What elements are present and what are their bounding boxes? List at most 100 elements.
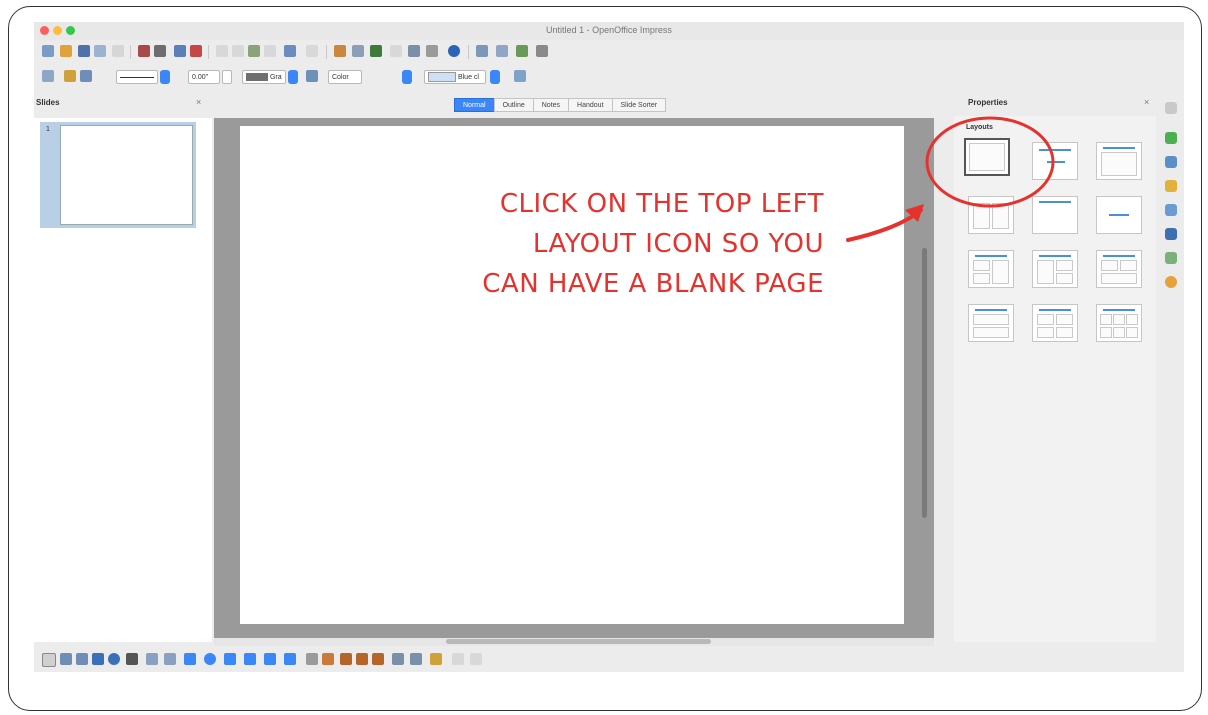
- tab-normal[interactable]: Normal: [454, 98, 495, 112]
- rotate-icon[interactable]: [392, 653, 404, 665]
- symbol-shapes-icon[interactable]: [204, 653, 216, 665]
- arrow-style-icon[interactable]: [80, 70, 92, 82]
- line-style-spinner[interactable]: [160, 70, 170, 84]
- zoom-icon[interactable]: [426, 45, 438, 57]
- curve-tool-icon[interactable]: [146, 653, 158, 665]
- layout-title-2-content-over-content[interactable]: [1096, 250, 1142, 288]
- tab-handout[interactable]: Handout: [568, 98, 613, 112]
- select-icon[interactable]: [42, 653, 56, 667]
- line-style-dropdown[interactable]: [116, 70, 158, 84]
- edit-file-icon[interactable]: [112, 45, 124, 57]
- chart-icon[interactable]: [334, 45, 346, 57]
- line-icon[interactable]: [64, 70, 76, 82]
- sidebar-settings-icon[interactable]: [1165, 102, 1177, 114]
- custom-animation-icon[interactable]: [1165, 180, 1177, 192]
- arrange-icon[interactable]: [430, 653, 442, 665]
- layout-title-two-content[interactable]: [968, 196, 1014, 234]
- show-draw-functions-icon[interactable]: [390, 45, 402, 57]
- layout-title-content-and-2-content[interactable]: [1032, 250, 1078, 288]
- align-icon[interactable]: [410, 653, 422, 665]
- properties-deck-icon[interactable]: [1165, 132, 1177, 144]
- arrow-tool-icon[interactable]: [76, 653, 88, 665]
- print-icon[interactable]: [154, 45, 166, 57]
- line-width-stepper[interactable]: [222, 70, 232, 84]
- line-color-spinner[interactable]: [288, 70, 298, 84]
- toolbar-separator: [326, 45, 327, 59]
- layout-title-content-over-content[interactable]: [968, 304, 1014, 342]
- export-pdf-icon[interactable]: [138, 45, 150, 57]
- display-views-icon[interactable]: [476, 45, 488, 57]
- slide-thumbnail-selected[interactable]: 1: [40, 122, 196, 228]
- fontwork-icon[interactable]: [322, 653, 334, 665]
- redo-icon[interactable]: [306, 45, 318, 57]
- fill-color-label: Blue cl: [457, 74, 479, 81]
- layout-title-4-content[interactable]: [1032, 304, 1078, 342]
- insert-object-icon[interactable]: [370, 45, 382, 57]
- help-icon[interactable]: [448, 45, 460, 57]
- copy-icon[interactable]: [232, 45, 244, 57]
- layout-blank-slide[interactable]: [964, 138, 1010, 176]
- tab-notes[interactable]: Notes: [532, 98, 570, 112]
- layout-title-content[interactable]: [1096, 142, 1142, 180]
- stars-icon[interactable]: [284, 653, 296, 665]
- area-icon[interactable]: [306, 70, 318, 82]
- master-slide-icon[interactable]: [496, 45, 508, 57]
- styles-icon[interactable]: [42, 70, 54, 82]
- navigator-icon[interactable]: [408, 45, 420, 57]
- layout-title-6-content[interactable]: [1096, 304, 1142, 342]
- horizontal-scrollbar[interactable]: [446, 639, 711, 644]
- line-tool-icon[interactable]: [60, 653, 72, 665]
- clone-formatting-icon[interactable]: [264, 45, 276, 57]
- paste-icon[interactable]: [248, 45, 260, 57]
- ellipse-tool-icon[interactable]: [108, 653, 120, 665]
- table-icon[interactable]: [352, 45, 364, 57]
- text-tool-icon[interactable]: [126, 653, 138, 665]
- extrusion-icon[interactable]: [372, 653, 384, 665]
- block-arrows-icon[interactable]: [224, 653, 236, 665]
- layout-title-slide[interactable]: [1032, 142, 1078, 180]
- fill-type-spinner[interactable]: [402, 70, 412, 84]
- fill-color-dropdown[interactable]: Blue cl: [424, 70, 486, 84]
- tab-slide-sorter[interactable]: Slide Sorter: [611, 98, 667, 112]
- close-slides-panel-icon[interactable]: ×: [196, 97, 201, 107]
- tab-outline[interactable]: Outline: [493, 98, 534, 112]
- fill-color-spinner[interactable]: [490, 70, 500, 84]
- navigator-deck-icon[interactable]: [1165, 276, 1177, 288]
- fill-type-dropdown[interactable]: Color: [328, 70, 362, 84]
- layout-content-box: [1100, 327, 1112, 338]
- autospellcheck-icon[interactable]: [190, 45, 202, 57]
- layout-content-box: [1037, 327, 1054, 338]
- undo-icon[interactable]: [284, 45, 296, 57]
- spellcheck-icon[interactable]: [174, 45, 186, 57]
- close-properties-panel-icon[interactable]: ×: [1144, 97, 1149, 107]
- gallery-tool-icon[interactable]: [356, 653, 368, 665]
- slide-transition-icon[interactable]: [1165, 204, 1177, 216]
- email-icon[interactable]: [94, 45, 106, 57]
- open-templates-icon[interactable]: [60, 45, 72, 57]
- line-width-field[interactable]: 0.00": [188, 70, 220, 84]
- callouts-icon[interactable]: [264, 653, 276, 665]
- styles-deck-icon[interactable]: [1165, 228, 1177, 240]
- layout-title-2-content-and-content[interactable]: [968, 250, 1014, 288]
- new-document-icon[interactable]: [42, 45, 54, 57]
- master-pages-icon[interactable]: [1165, 156, 1177, 168]
- layout-text-bar: [1109, 214, 1129, 216]
- flowchart-icon[interactable]: [244, 653, 256, 665]
- connector-tool-icon[interactable]: [164, 653, 176, 665]
- layout-title-only[interactable]: [1032, 196, 1078, 234]
- rectangle-tool-icon[interactable]: [92, 653, 104, 665]
- shadow-tool-icon[interactable]: [452, 653, 464, 665]
- cut-icon[interactable]: [216, 45, 228, 57]
- gallery-icon[interactable]: [1165, 252, 1177, 264]
- vertical-scrollbar[interactable]: [922, 248, 927, 518]
- line-color-dropdown[interactable]: Gra: [242, 70, 286, 84]
- save-icon[interactable]: [78, 45, 90, 57]
- layout-centered-text[interactable]: [1096, 196, 1142, 234]
- points-icon[interactable]: [306, 653, 318, 665]
- crop-tool-icon[interactable]: [470, 653, 482, 665]
- basic-shapes-icon[interactable]: [184, 653, 196, 665]
- shadow-icon[interactable]: [514, 70, 526, 82]
- slide-show-icon[interactable]: [516, 45, 528, 57]
- from-file-icon[interactable]: [340, 653, 352, 665]
- more-options-icon[interactable]: [536, 45, 548, 57]
